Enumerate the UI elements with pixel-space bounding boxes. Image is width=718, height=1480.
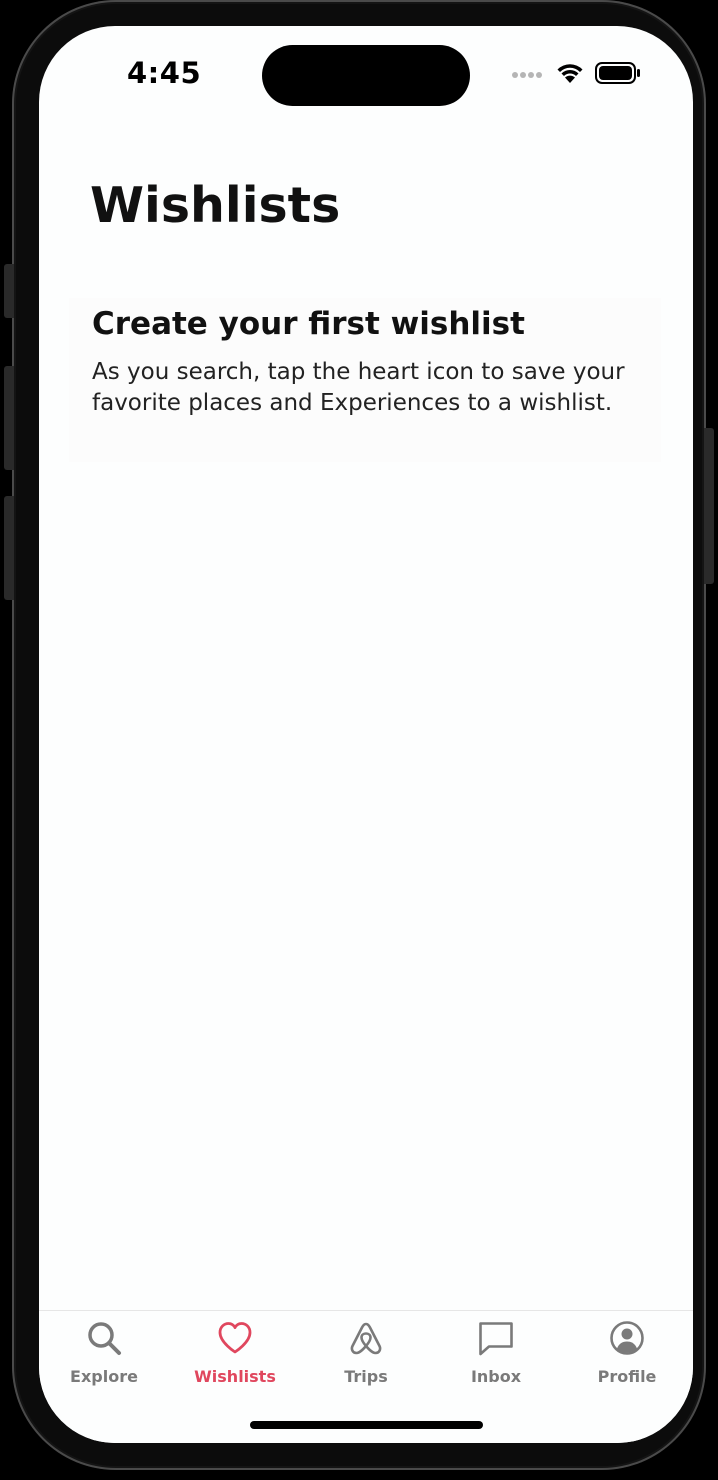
tab-profile[interactable]: Profile <box>562 1319 692 1399</box>
tab-inbox[interactable]: Inbox <box>431 1319 561 1399</box>
home-indicator[interactable] <box>250 1421 483 1429</box>
tab-label: Inbox <box>470 1367 522 1386</box>
message-icon <box>479 1322 513 1356</box>
page-title: Wishlists <box>90 177 341 234</box>
profile-icon <box>610 1321 644 1355</box>
empty-state-card: Create your first wishlist As you search… <box>69 298 661 462</box>
wifi-icon <box>557 64 583 83</box>
cellular-dots-icon <box>512 72 542 78</box>
empty-state-heading: Create your first wishlist <box>92 306 525 342</box>
search-icon <box>88 1322 121 1355</box>
tab-explore[interactable]: Explore <box>39 1319 169 1399</box>
tab-label: Explore <box>70 1367 138 1386</box>
airbnb-logo-icon <box>350 1322 382 1355</box>
battery-icon <box>595 62 640 84</box>
tab-wishlists[interactable]: Wishlists <box>170 1319 300 1399</box>
empty-state-body: As you search, tap the heart icon to sav… <box>92 359 625 416</box>
tab-label: Profile <box>597 1367 657 1386</box>
screen: 4:45 Wishlists Create your first wishlis… <box>39 26 693 1443</box>
tab-label: Wishlists <box>194 1367 276 1386</box>
heart-icon <box>218 1322 252 1354</box>
tab-trips[interactable]: Trips <box>301 1319 431 1399</box>
tab-label: Trips <box>344 1367 388 1386</box>
status-icons <box>511 62 641 84</box>
power-button <box>704 428 714 584</box>
status-time: 4:45 <box>127 56 202 90</box>
volume-down-button <box>4 496 14 600</box>
dynamic-island <box>262 45 470 106</box>
silent-switch <box>4 264 14 318</box>
volume-up-button <box>4 366 14 470</box>
